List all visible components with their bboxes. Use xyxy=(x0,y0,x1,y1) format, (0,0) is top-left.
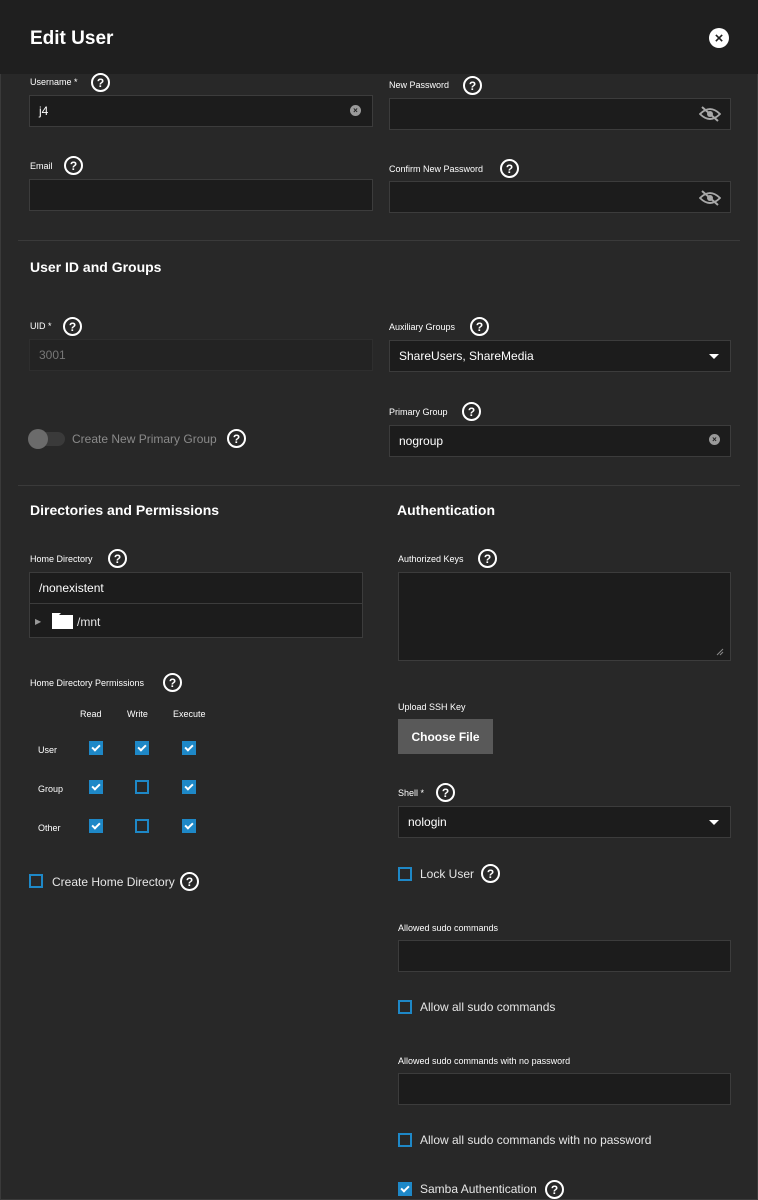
perm-other-read-checkbox[interactable] xyxy=(89,819,103,833)
upload-ssh-label: Upload SSH Key xyxy=(398,702,466,712)
confirm-password-input[interactable] xyxy=(389,181,731,213)
samba-auth-checkbox[interactable] xyxy=(398,1182,412,1196)
home-dir-input[interactable]: /nonexistent xyxy=(29,572,363,604)
uid-input: 3001 xyxy=(29,339,373,371)
eye-off-icon[interactable] xyxy=(699,190,721,206)
authorized-keys-textarea[interactable] xyxy=(398,572,731,661)
perm-row-user: User xyxy=(38,745,58,755)
create-home-dir-help-icon[interactable]: ? xyxy=(180,872,199,891)
perm-group-write-checkbox[interactable] xyxy=(135,780,149,794)
eye-off-icon[interactable] xyxy=(699,106,721,122)
divider xyxy=(18,485,740,486)
primary-group-input[interactable]: nogroup xyxy=(389,425,731,457)
uid-value: 3001 xyxy=(39,348,66,362)
home-dir-help-icon[interactable]: ? xyxy=(108,549,127,568)
aux-groups-label: Auxiliary Groups xyxy=(389,322,456,332)
authorized-keys-label: Authorized Keys xyxy=(398,554,464,564)
aux-groups-value: ShareUsers, ShareMedia xyxy=(399,349,534,363)
primary-group-clear-icon[interactable]: × xyxy=(709,434,720,445)
divider xyxy=(18,240,740,241)
allow-all-sudo-nopw-checkbox[interactable] xyxy=(398,1133,412,1147)
perm-group-execute-checkbox[interactable] xyxy=(182,780,196,794)
email-help-icon[interactable]: ? xyxy=(64,156,83,175)
perm-row-other: Other xyxy=(38,823,61,833)
chevron-down-icon xyxy=(709,354,719,359)
primary-group-help-icon[interactable]: ? xyxy=(462,402,481,421)
lock-user-checkbox[interactable] xyxy=(398,867,412,881)
perm-col-execute: Execute xyxy=(173,709,206,719)
permissions-label: Home Directory Permissions xyxy=(30,678,145,688)
email-label: Email xyxy=(30,161,53,171)
sudo-commands-input[interactable] xyxy=(398,940,731,972)
create-primary-group-label: Create New Primary Group xyxy=(72,432,217,446)
new-password-label: New Password xyxy=(389,80,450,90)
perm-group-read-checkbox[interactable] xyxy=(89,780,103,794)
username-label: Username * xyxy=(30,77,78,87)
toggle-knob xyxy=(28,429,48,449)
shell-select[interactable]: nologin xyxy=(398,806,731,838)
email-input[interactable] xyxy=(29,179,373,211)
allow-all-sudo-label: Allow all sudo commands xyxy=(420,1000,556,1014)
groups-section-title: User ID and Groups xyxy=(30,259,162,275)
perm-col-write: Write xyxy=(127,709,148,719)
username-input[interactable]: j4 xyxy=(29,95,373,127)
samba-auth-help-icon[interactable]: ? xyxy=(545,1180,564,1199)
create-primary-group-help-icon[interactable]: ? xyxy=(227,429,246,448)
dialog-header: Edit User × xyxy=(0,0,758,74)
lock-user-help-icon[interactable]: ? xyxy=(481,864,500,883)
perm-row-group: Group xyxy=(38,784,64,794)
confirm-password-help-icon[interactable]: ? xyxy=(500,159,519,178)
create-home-dir-checkbox[interactable] xyxy=(29,874,43,888)
shell-label: Shell * xyxy=(398,788,425,798)
choose-file-button[interactable]: Choose File xyxy=(398,719,493,754)
perm-col-read: Read xyxy=(80,709,102,719)
auth-section-title: Authentication xyxy=(397,502,495,518)
uid-help-icon[interactable]: ? xyxy=(63,317,82,336)
permissions-help-icon[interactable]: ? xyxy=(163,673,182,692)
directories-section-title: Directories and Permissions xyxy=(30,502,220,518)
folder-icon xyxy=(52,613,73,629)
allow-all-sudo-checkbox[interactable] xyxy=(398,1000,412,1014)
perm-other-write-checkbox[interactable] xyxy=(135,819,149,833)
dialog-title: Edit User xyxy=(30,28,114,49)
username-clear-icon[interactable]: × xyxy=(350,105,361,116)
samba-auth-label: Samba Authentication xyxy=(420,1182,537,1196)
home-dir-value: /nonexistent xyxy=(39,581,104,595)
new-password-input[interactable] xyxy=(389,98,731,130)
shell-value: nologin xyxy=(408,815,447,829)
confirm-password-label: Confirm New Password xyxy=(389,164,484,174)
sudo-commands-label: Allowed sudo commands xyxy=(398,923,499,933)
tree-item-mnt[interactable]: /mnt xyxy=(77,615,100,629)
username-help-icon[interactable]: ? xyxy=(91,73,110,92)
allow-all-sudo-nopw-label: Allow all sudo commands with no password xyxy=(420,1133,652,1147)
perm-other-execute-checkbox[interactable] xyxy=(182,819,196,833)
username-value: j4 xyxy=(39,104,49,118)
aux-groups-select[interactable]: ShareUsers, ShareMedia xyxy=(389,340,731,372)
perm-user-execute-checkbox[interactable] xyxy=(182,741,196,755)
lock-user-label: Lock User xyxy=(420,867,475,881)
aux-groups-help-icon[interactable]: ? xyxy=(470,317,489,336)
resize-handle-icon[interactable] xyxy=(716,648,724,656)
primary-group-label: Primary Group xyxy=(389,407,448,417)
primary-group-value: nogroup xyxy=(399,434,444,448)
uid-label: UID * xyxy=(30,321,52,331)
new-password-help-icon[interactable]: ? xyxy=(463,76,482,95)
chevron-down-icon xyxy=(709,820,719,825)
home-dir-label: Home Directory xyxy=(30,554,93,564)
sudo-nopw-input[interactable] xyxy=(398,1073,731,1105)
close-icon[interactable]: × xyxy=(709,28,729,48)
expand-arrow-icon[interactable]: ▶ xyxy=(35,617,41,626)
authorized-keys-help-icon[interactable]: ? xyxy=(478,549,497,568)
perm-user-read-checkbox[interactable] xyxy=(89,741,103,755)
perm-user-write-checkbox[interactable] xyxy=(135,741,149,755)
sudo-nopw-label: Allowed sudo commands with no password xyxy=(398,1056,571,1066)
create-home-dir-label: Create Home Directory xyxy=(52,875,175,889)
shell-help-icon[interactable]: ? xyxy=(436,783,455,802)
